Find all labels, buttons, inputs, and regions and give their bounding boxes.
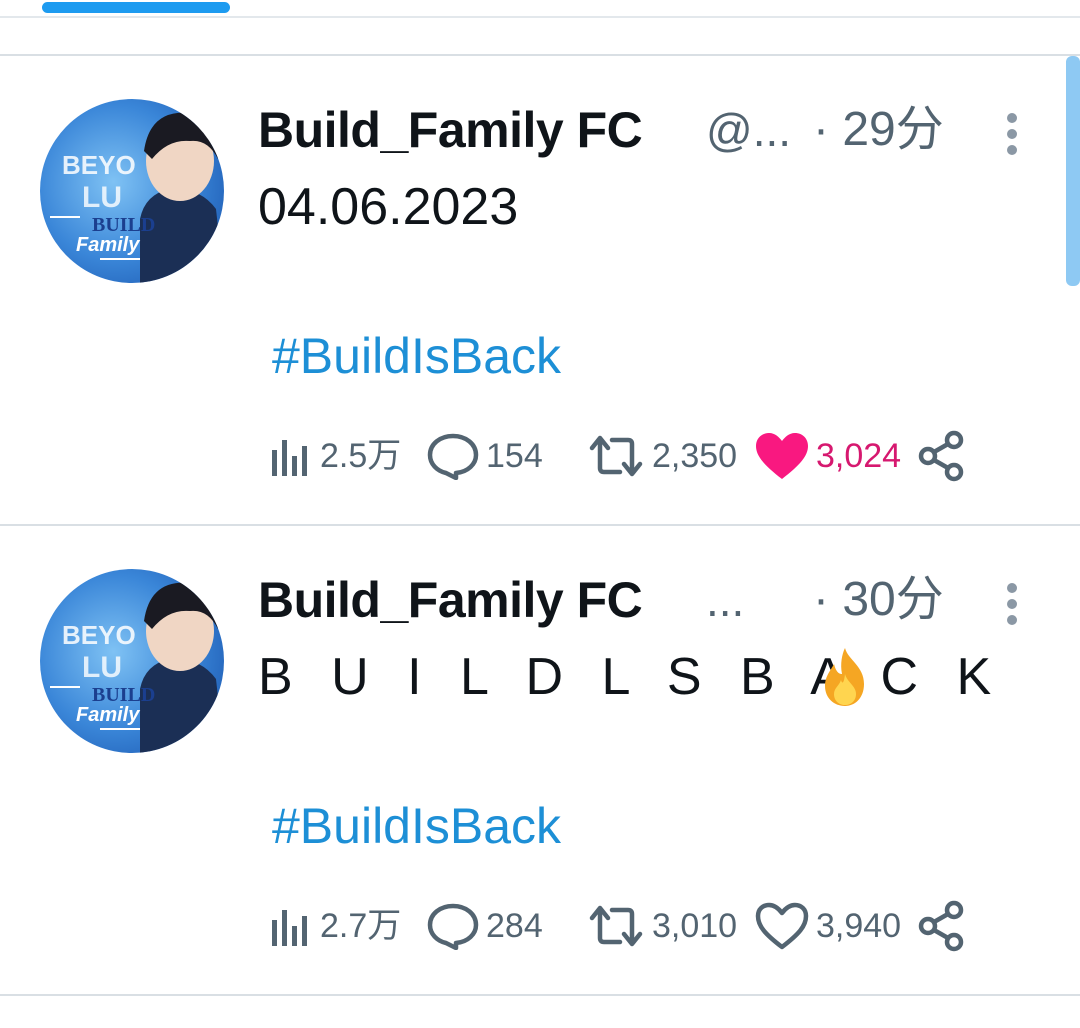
views-icon <box>272 440 307 476</box>
post-actions: 2.7万 284 3,010 3,940 <box>266 896 986 956</box>
avatar[interactable]: BEYO LU BUILD Family <box>40 99 224 283</box>
svg-text:Family: Family <box>76 234 140 256</box>
post-header: Build_Family FC @... · 29分 <box>258 98 978 162</box>
post-1[interactable]: BEYO LU BUILD Family Build_Family FC @..… <box>0 56 1080 526</box>
post-timestamp[interactable]: · 30分 <box>813 568 944 632</box>
fire-icon <box>812 644 878 710</box>
repost-count: 3,010 <box>652 907 738 945</box>
active-tab-indicator <box>42 2 230 13</box>
views-count: 2.7万 <box>320 907 402 945</box>
author-name[interactable]: Build_Family FC <box>258 568 643 632</box>
svg-text:LU: LU <box>82 181 122 214</box>
repost-button[interactable]: 2,350 <box>586 426 737 486</box>
author-handle[interactable]: @... <box>706 98 791 162</box>
repost-icon <box>589 905 643 947</box>
share-button[interactable] <box>916 896 968 956</box>
post-text: 04.06.2023 <box>258 178 519 236</box>
like-button[interactable]: 3,024 <box>754 426 901 486</box>
svg-text:LU: LU <box>82 651 122 684</box>
svg-text:BUILD: BUILD <box>92 684 155 706</box>
more-options-icon[interactable] <box>1000 112 1024 156</box>
post-text: B U I L D L S B A C K <box>258 648 1004 706</box>
post-header: Build_Family FC ... · 30分 <box>258 568 978 632</box>
post-2[interactable]: BEYO LU BUILD Family Build_Family FC ...… <box>0 526 1080 996</box>
reply-count: 154 <box>486 437 543 475</box>
divider <box>0 16 1080 18</box>
heart-outline-icon <box>755 902 809 950</box>
hashtag-link[interactable]: #BuildIsBack <box>272 324 561 388</box>
share-button[interactable] <box>916 426 968 486</box>
views-count: 2.5万 <box>320 437 402 475</box>
share-icon <box>918 900 964 952</box>
repost-icon <box>589 435 643 477</box>
post-actions: 2.5万 154 2,350 3,024 <box>266 426 986 486</box>
share-icon <box>918 430 964 482</box>
repost-count: 2,350 <box>652 437 738 475</box>
author-name[interactable]: Build_Family FC <box>258 98 643 162</box>
views-icon <box>272 910 307 946</box>
reply-icon <box>427 903 479 950</box>
reply-button[interactable]: 284 <box>426 896 543 956</box>
views-button[interactable]: 2.5万 <box>266 426 401 486</box>
like-count: 3,940 <box>816 907 902 945</box>
svg-text:BEYO: BEYO <box>62 620 136 650</box>
reply-button[interactable]: 154 <box>426 426 543 486</box>
svg-text:BEYO: BEYO <box>62 150 136 180</box>
like-button[interactable]: 3,940 <box>754 896 901 956</box>
author-handle[interactable]: ... <box>706 568 744 632</box>
reply-icon <box>427 433 479 480</box>
reply-count: 284 <box>486 907 543 945</box>
svg-text:Family: Family <box>76 704 140 726</box>
post-timestamp[interactable]: · 29分 <box>813 98 944 162</box>
views-button[interactable]: 2.7万 <box>266 896 401 956</box>
heart-filled-icon <box>756 433 808 479</box>
more-options-icon[interactable] <box>1000 582 1024 626</box>
svg-text:BUILD: BUILD <box>92 214 155 236</box>
hashtag-link[interactable]: #BuildIsBack <box>272 794 561 858</box>
repost-button[interactable]: 3,010 <box>586 896 737 956</box>
like-count: 3,024 <box>816 437 902 475</box>
divider <box>0 994 1080 996</box>
avatar[interactable]: BEYO LU BUILD Family <box>40 569 224 753</box>
